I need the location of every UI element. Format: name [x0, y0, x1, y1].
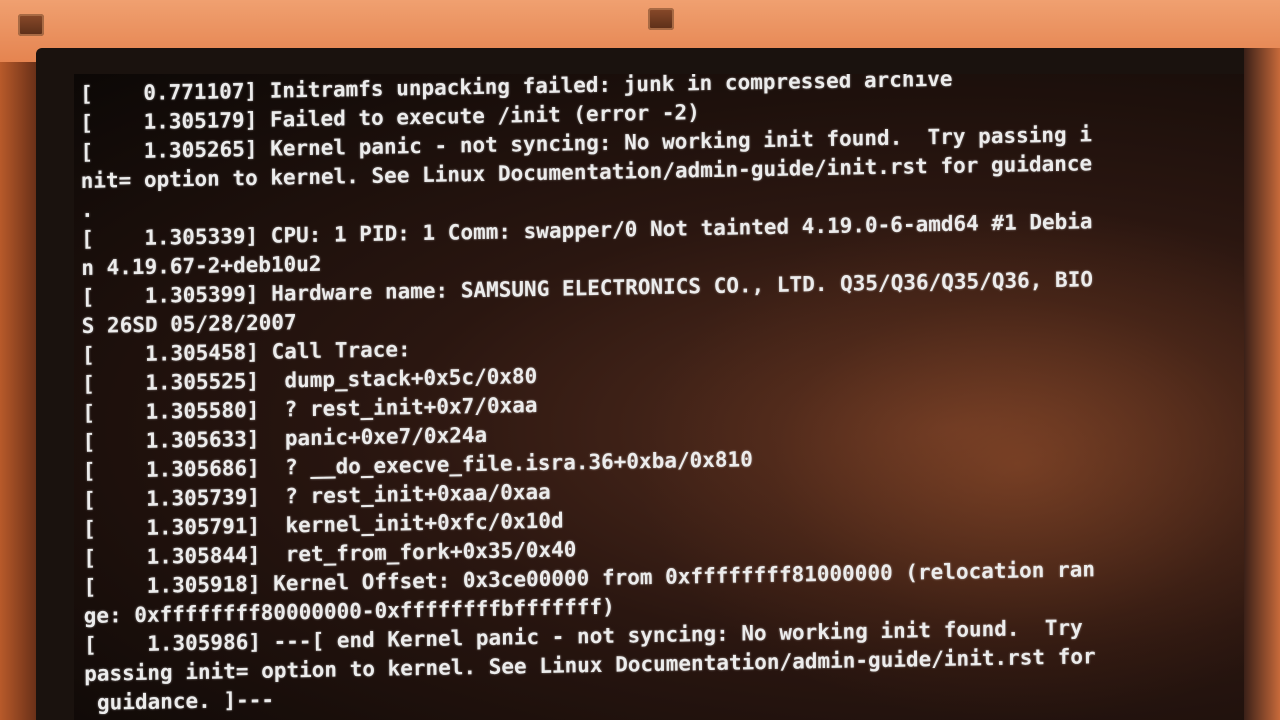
monitor-bezel-left	[0, 62, 36, 720]
monitor-bezel-right	[1244, 48, 1280, 720]
bezel-button-center	[648, 8, 674, 30]
bezel-button-left	[18, 14, 44, 36]
kernel-panic-console: [ 0.771107] Initramfs unpacking failed: …	[80, 74, 1244, 718]
console-screen: [ 0.771107] Initramfs unpacking failed: …	[74, 74, 1244, 720]
